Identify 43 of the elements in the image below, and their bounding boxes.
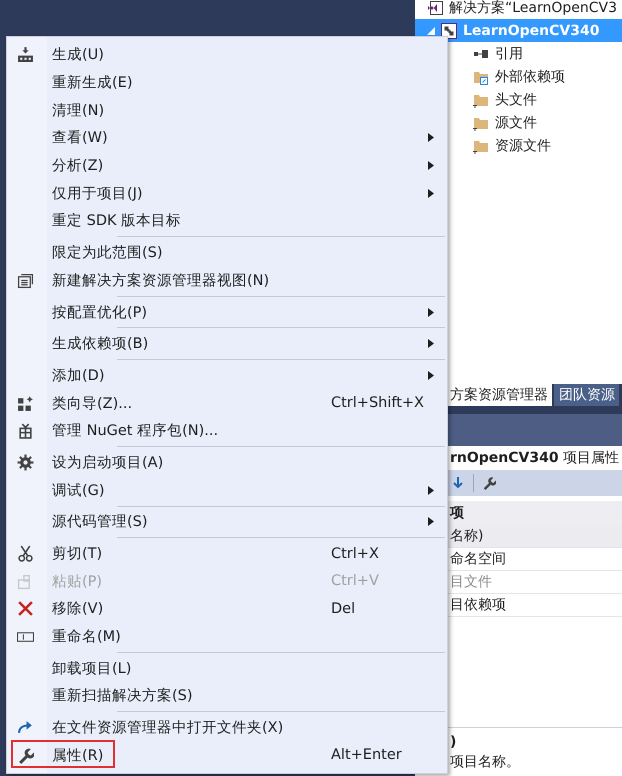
menu-item[interactable]: 查看(W) — [7, 124, 447, 152]
menu-item[interactable]: 清理(N) — [7, 96, 447, 124]
tree-item[interactable]: 源文件 — [495, 114, 537, 132]
menu-item[interactable]: 调试(G) — [7, 476, 447, 504]
build-icon — [17, 46, 34, 64]
menu-item[interactable]: 重新扫描解决方案(S) — [7, 682, 447, 710]
menu-item[interactable]: 重命名(M) — [7, 622, 447, 650]
menu-item[interactable]: 设为启动项目(A) — [7, 448, 447, 476]
tree-item[interactable]: 外部依赖项 — [495, 68, 565, 86]
tree-item[interactable]: 引用 — [495, 44, 523, 62]
package-icon — [17, 422, 34, 440]
tree-item[interactable]: 资源文件 — [495, 136, 551, 154]
gear-icon — [17, 454, 34, 471]
shortcut-label: Del — [331, 600, 356, 617]
menu-item[interactable]: 生成(U) — [7, 41, 447, 69]
tree-item[interactable]: 头文件 — [495, 90, 537, 108]
shortcut-label: Ctrl+V — [331, 573, 379, 590]
menu-item[interactable]: 在文件资源管理器中打开文件夹(X) — [7, 714, 447, 742]
menu-item[interactable]: 分析(Z) — [7, 152, 447, 180]
panel-tab[interactable]: 团队资源 — [554, 384, 619, 406]
menu-item[interactable]: 新建解决方案资源管理器视图(N) — [7, 266, 447, 294]
window-icon — [17, 272, 34, 289]
delete-icon — [17, 600, 34, 618]
menu-item[interactable]: 重新生成(E) — [7, 68, 447, 96]
menu-item[interactable]: 管理 NuGet 程序包(N)... — [7, 416, 447, 445]
description-title: ) — [450, 734, 458, 750]
wrench-icon[interactable] — [482, 476, 496, 490]
scissors-icon — [17, 545, 34, 562]
menu-item[interactable]: 仅用于项目(J) — [7, 179, 447, 208]
menu-item[interactable]: 重定 SDK 版本目标 — [7, 207, 447, 235]
menu-item[interactable]: 按配置优化(P) — [7, 298, 447, 326]
project-icon — [441, 22, 457, 38]
properties-title: rnOpenCV340 项目属性 — [450, 449, 620, 467]
description-text: 项目名称。 — [450, 752, 521, 770]
class-wizard-icon — [17, 394, 34, 412]
wrench-icon — [17, 746, 34, 764]
menu-item[interactable]: 卸载项目(L) — [7, 654, 447, 682]
menu-item[interactable]: 限定为此范围(S) — [7, 238, 447, 266]
shortcut-label: Alt+Enter — [331, 747, 402, 764]
shortcut-label: Ctrl+X — [331, 546, 379, 562]
menu-item[interactable]: 属性(R) Alt+Enter — [7, 742, 447, 770]
sort-arrow-icon[interactable] — [451, 476, 465, 490]
menu-item[interactable]: 生成依赖项(B) — [7, 330, 447, 358]
